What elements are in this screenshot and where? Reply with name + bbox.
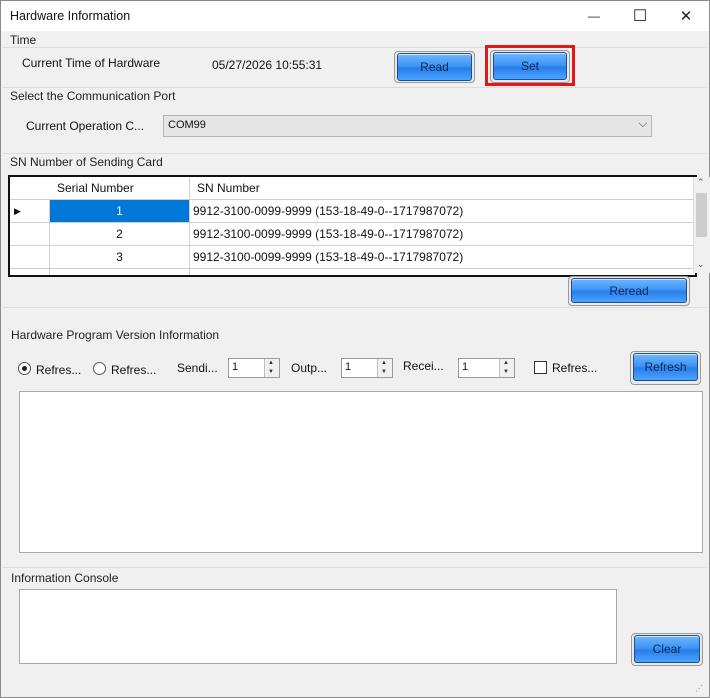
sn-number-header[interactable]: SN Number — [190, 177, 695, 200]
receiving-stepper-buttons[interactable]: ▲ ▼ — [499, 359, 514, 377]
scroll-down-icon[interactable]: ⌄ — [697, 259, 705, 270]
scroll-up-icon[interactable]: ⌃ — [697, 177, 705, 188]
refresh-radio-2-label[interactable]: Refres... — [111, 363, 156, 377]
stepper-down-icon[interactable]: ▼ — [268, 369, 274, 375]
current-row-indicator-icon: ▶ — [14, 206, 21, 216]
output-stepper[interactable]: 1 ▲ ▼ — [341, 358, 393, 378]
table-cell-serial[interactable]: 1 — [50, 200, 190, 223]
serial-number-header-label: Serial Number — [57, 181, 134, 195]
sn-table-scrollbar[interactable]: ⌃ ⌄ — [693, 177, 710, 273]
information-console-textarea[interactable] — [19, 589, 617, 664]
close-button[interactable]: ✕ — [663, 1, 709, 31]
reread-button[interactable]: Reread — [571, 278, 687, 303]
table-cell-serial[interactable]: 2 — [50, 223, 190, 246]
sending-label: Sendi... — [177, 361, 218, 375]
version-group-title: Hardware Program Version Information — [11, 328, 220, 342]
sn-table: Serial Number SN Number ▶ 1 9912-3100-00… — [8, 175, 697, 277]
time-group-title: Time — [10, 33, 37, 47]
version-separator — [3, 567, 707, 568]
table-cell-serial[interactable] — [50, 269, 190, 275]
output-label: Outp... — [291, 361, 328, 375]
stepper-up-icon[interactable]: ▲ — [503, 360, 509, 366]
stepper-down-icon[interactable]: ▼ — [381, 369, 387, 375]
row-header[interactable] — [10, 246, 50, 269]
receiving-label: Recei... — [403, 359, 444, 373]
refresh-checkbox[interactable] — [534, 361, 547, 374]
refresh-radio-1[interactable] — [18, 362, 31, 375]
output-stepper-value: 1 — [345, 361, 352, 373]
row-header-corner — [10, 177, 51, 200]
clear-button[interactable]: Clear — [634, 635, 700, 663]
refresh-radio-1-label[interactable]: Refres... — [36, 363, 81, 377]
window-title: Hardware Information — [10, 9, 131, 23]
port-select[interactable]: COM99 ⌵ — [163, 115, 652, 137]
port-separator-top — [3, 87, 707, 88]
port-group-title: Select the Communication Port — [10, 89, 176, 103]
sn-group-title: SN Number of Sending Card — [10, 155, 163, 169]
stepper-up-icon[interactable]: ▲ — [268, 360, 274, 366]
sending-stepper-value: 1 — [232, 361, 239, 373]
output-stepper-buttons[interactable]: ▲ ▼ — [377, 359, 392, 377]
table-cell-serial[interactable]: 3 — [50, 246, 190, 269]
port-separator-bottom — [3, 153, 707, 154]
close-icon: ✕ — [679, 8, 693, 25]
current-time-label: Current Time of Hardware — [22, 56, 161, 70]
sending-stepper-buttons[interactable]: ▲ ▼ — [264, 359, 279, 377]
row-header[interactable] — [10, 223, 50, 246]
current-time-value: 05/27/2026 10:55:31 — [212, 58, 323, 72]
chevron-down-icon: ⌵ — [638, 118, 647, 130]
refresh-checkbox-label[interactable]: Refres... — [552, 361, 597, 375]
maximize-button[interactable]: ☐ — [617, 1, 663, 31]
time-separator — [3, 47, 707, 48]
current-operation-label: Current Operation C... — [26, 119, 145, 133]
table-cell-sn[interactable]: 9912-3100-0099-9999 (153-18-49-0--171798… — [190, 200, 695, 223]
table-cell-sn[interactable]: 9912-3100-0099-9999 (153-18-49-0--171798… — [190, 223, 695, 246]
serial-number-header[interactable]: Serial Number — [50, 177, 190, 200]
read-button[interactable]: Read — [397, 53, 472, 81]
refresh-button[interactable]: Refresh — [633, 353, 698, 381]
stepper-up-icon[interactable]: ▲ — [381, 360, 387, 366]
stepper-down-icon[interactable]: ▼ — [503, 369, 509, 375]
minimize-button[interactable]: — — [571, 1, 617, 31]
maximize-icon: ☐ — [632, 8, 648, 25]
row-header[interactable] — [10, 269, 50, 275]
port-select-value: COM99 — [168, 119, 206, 131]
row-header[interactable]: ▶ — [10, 200, 50, 223]
hardware-information-window: Hardware Information — ☐ ✕ Time Current … — [0, 0, 710, 698]
sn-number-header-label: SN Number — [197, 181, 260, 195]
scroll-thumb[interactable] — [696, 193, 707, 237]
resize-grip-icon[interactable]: ⋰ — [695, 685, 703, 693]
sending-stepper[interactable]: 1 ▲ ▼ — [228, 358, 280, 378]
sn-separator — [3, 307, 707, 308]
minimize-icon: — — [588, 9, 600, 23]
version-info-textarea[interactable] — [19, 391, 703, 553]
receiving-stepper[interactable]: 1 ▲ ▼ — [458, 358, 515, 378]
table-cell-sn[interactable]: 9912-3100-0099-9999 (153-18-49-0--171798… — [190, 246, 695, 269]
set-button[interactable]: Set — [493, 52, 567, 80]
refresh-radio-2[interactable] — [93, 362, 106, 375]
receiving-stepper-value: 1 — [462, 361, 469, 373]
title-bar: Hardware Information — ☐ ✕ — [1, 1, 709, 31]
console-group-title: Information Console — [11, 571, 119, 585]
